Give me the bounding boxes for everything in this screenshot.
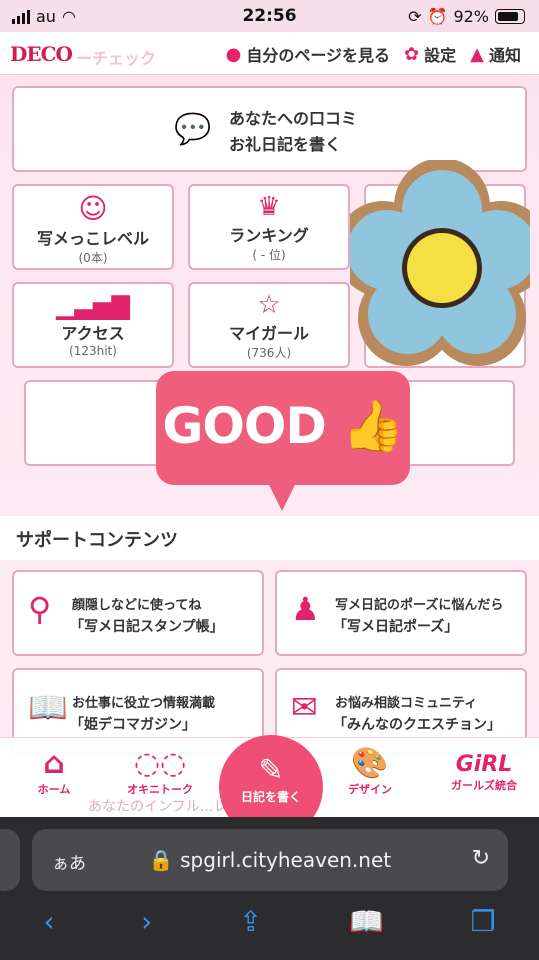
notice-link[interactable]: ▲ 通知	[470, 42, 521, 66]
level-label: 写メっこレベル	[36, 229, 149, 248]
battery-icon	[495, 9, 525, 24]
question-title: 「みんなのクエスチョン」	[333, 717, 501, 733]
palette-icon: 🎨	[351, 746, 389, 781]
bar-chart-icon: ▁▃▅▇	[56, 292, 130, 320]
logo-tail-text: ーチェック	[76, 49, 157, 68]
magazine-desc: お仕事に役立つ情報満載	[72, 696, 216, 711]
community-icon: ✉	[291, 688, 318, 726]
alarm-icon: ⏰	[427, 7, 448, 26]
tab-home[interactable]: ⌂ ホーム	[4, 738, 104, 797]
share-icon[interactable]: ⇪	[239, 905, 262, 938]
write-diary-label: 日記を書く	[240, 790, 301, 804]
review-line1: あなたへの口コミ	[229, 109, 358, 128]
tab-home-label: ホーム	[37, 783, 71, 796]
question-desc: お悩み相談コミュニティ	[335, 696, 478, 711]
stamp-book-link[interactable]: ⚲ 顔隠しなどに使ってね 「写メ日記スタンプ帳」	[12, 570, 264, 656]
top-nav: DECO ーチェック ● 自分のページを見る ✿ 設定 ▲ 通知	[0, 32, 539, 75]
battery-percent: 92%	[453, 7, 489, 26]
star-icon: ☆	[257, 290, 281, 320]
pose-desc: 写メ日記のポーズに悩んだら	[335, 598, 504, 613]
good-sticker: GOOD 👍	[156, 371, 410, 511]
mygirl-label: マイガール	[228, 324, 309, 343]
pose-figure-icon: ♟	[291, 590, 320, 628]
status-bar: au ◠ 22:56 ⟳ ⏰ 92%	[0, 0, 539, 32]
ranking-label: ランキング	[229, 226, 309, 245]
pose-link[interactable]: ♟ 写メ日記のポーズに悩んだら 「写メ日記ポーズ」	[275, 570, 527, 656]
url-text: spgirl.cityheaven.net	[180, 848, 392, 872]
access-card[interactable]: ▁▃▅▇ アクセス (123hit)	[12, 282, 174, 368]
chat-bubble-icon: 💬	[174, 112, 212, 147]
girl-face-icon: ☺	[78, 192, 108, 225]
access-label: アクセス	[61, 324, 125, 343]
safari-toolbar: ぁあ 🔒 spgirl.cityheaven.net ↻ ‹ › ⇪ 📖 ❐	[0, 817, 539, 960]
person-icon: ●	[225, 43, 242, 65]
mygirl-card[interactable]: ☆ マイガール (736人)	[188, 282, 350, 368]
forward-icon[interactable]: ›	[141, 905, 152, 938]
url-host: 🔒 spgirl.cityheaven.net	[32, 848, 508, 872]
review-line2: お礼日記を書く	[229, 135, 342, 154]
magazine-title: 「姫デコマガジン」	[70, 717, 196, 733]
back-icon[interactable]: ‹	[43, 905, 54, 938]
pose-title: 「写メ日記ポーズ」	[333, 619, 459, 635]
stamp-title: 「写メ日記スタンプ帳」	[70, 619, 224, 635]
mypage-label: 自分のページを見る	[246, 46, 391, 65]
reload-icon[interactable]: ↻	[472, 846, 490, 871]
access-count: (123hit)	[69, 344, 117, 358]
book-icon: 📖	[28, 688, 68, 726]
bell-icon: ▲	[470, 43, 484, 65]
address-bar[interactable]: ぁあ 🔒 spgirl.cityheaven.net ↻	[32, 829, 508, 891]
ranking-card[interactable]: ♛ ランキング ( - 位)	[188, 184, 350, 270]
deco-logo[interactable]: DECO	[10, 42, 73, 66]
house-icon: ⌂	[43, 746, 65, 781]
previous-tab-stub[interactable]	[0, 829, 20, 891]
tab-girls[interactable]: GiRL ガールズ統合	[434, 738, 534, 793]
support-title: サポートコンテンツ	[16, 530, 178, 551]
tab-design[interactable]: 🎨 デザイン	[320, 738, 420, 797]
rotation-lock-icon: ⟳	[408, 7, 422, 26]
lock-icon: 🔒	[148, 848, 181, 872]
stamp-desc: 顔隠しなどに使ってね	[72, 598, 202, 613]
settings-link[interactable]: ✿ 設定	[404, 42, 456, 66]
flower-sticker	[350, 160, 530, 366]
girls-logo-icon: GiRL	[455, 752, 513, 777]
mypage-link[interactable]: ● 自分のページを見る	[226, 42, 390, 66]
level-card[interactable]: ☺ 写メっこレベル (0本)	[12, 184, 174, 270]
thumbs-up-icon: 👍	[342, 397, 404, 455]
bookmarks-icon[interactable]: 📖	[349, 905, 384, 938]
stamp-icon: ⚲	[28, 590, 52, 628]
notice-label: 通知	[488, 46, 521, 65]
tab-girls-label: ガールズ統合	[451, 779, 517, 792]
settings-label: 設定	[424, 46, 457, 65]
ranking-value: ( - 位)	[252, 248, 286, 262]
tab-design-label: デザイン	[348, 783, 392, 796]
chat-icon: ◌◌	[133, 746, 187, 781]
tab-talk[interactable]: ◌◌ オキニトーク	[110, 738, 210, 797]
good-text: GOOD 👍	[162, 397, 404, 455]
crown-icon: ♛	[257, 192, 281, 222]
nav-links: ● 自分のページを見る ✿ 設定 ▲ 通知	[226, 42, 521, 66]
tab-talk-label: オキニトーク	[127, 783, 193, 796]
safari-tools: ‹ › ⇪ 📖 ❐	[0, 905, 539, 938]
gear-icon: ✿	[404, 43, 420, 65]
tabs-icon[interactable]: ❐	[471, 905, 496, 938]
level-count: (0本)	[78, 251, 108, 265]
status-right: ⟳ ⏰ 92%	[408, 7, 525, 26]
mygirl-count: (736人)	[246, 346, 292, 360]
pencil-icon: ✎	[258, 753, 284, 788]
